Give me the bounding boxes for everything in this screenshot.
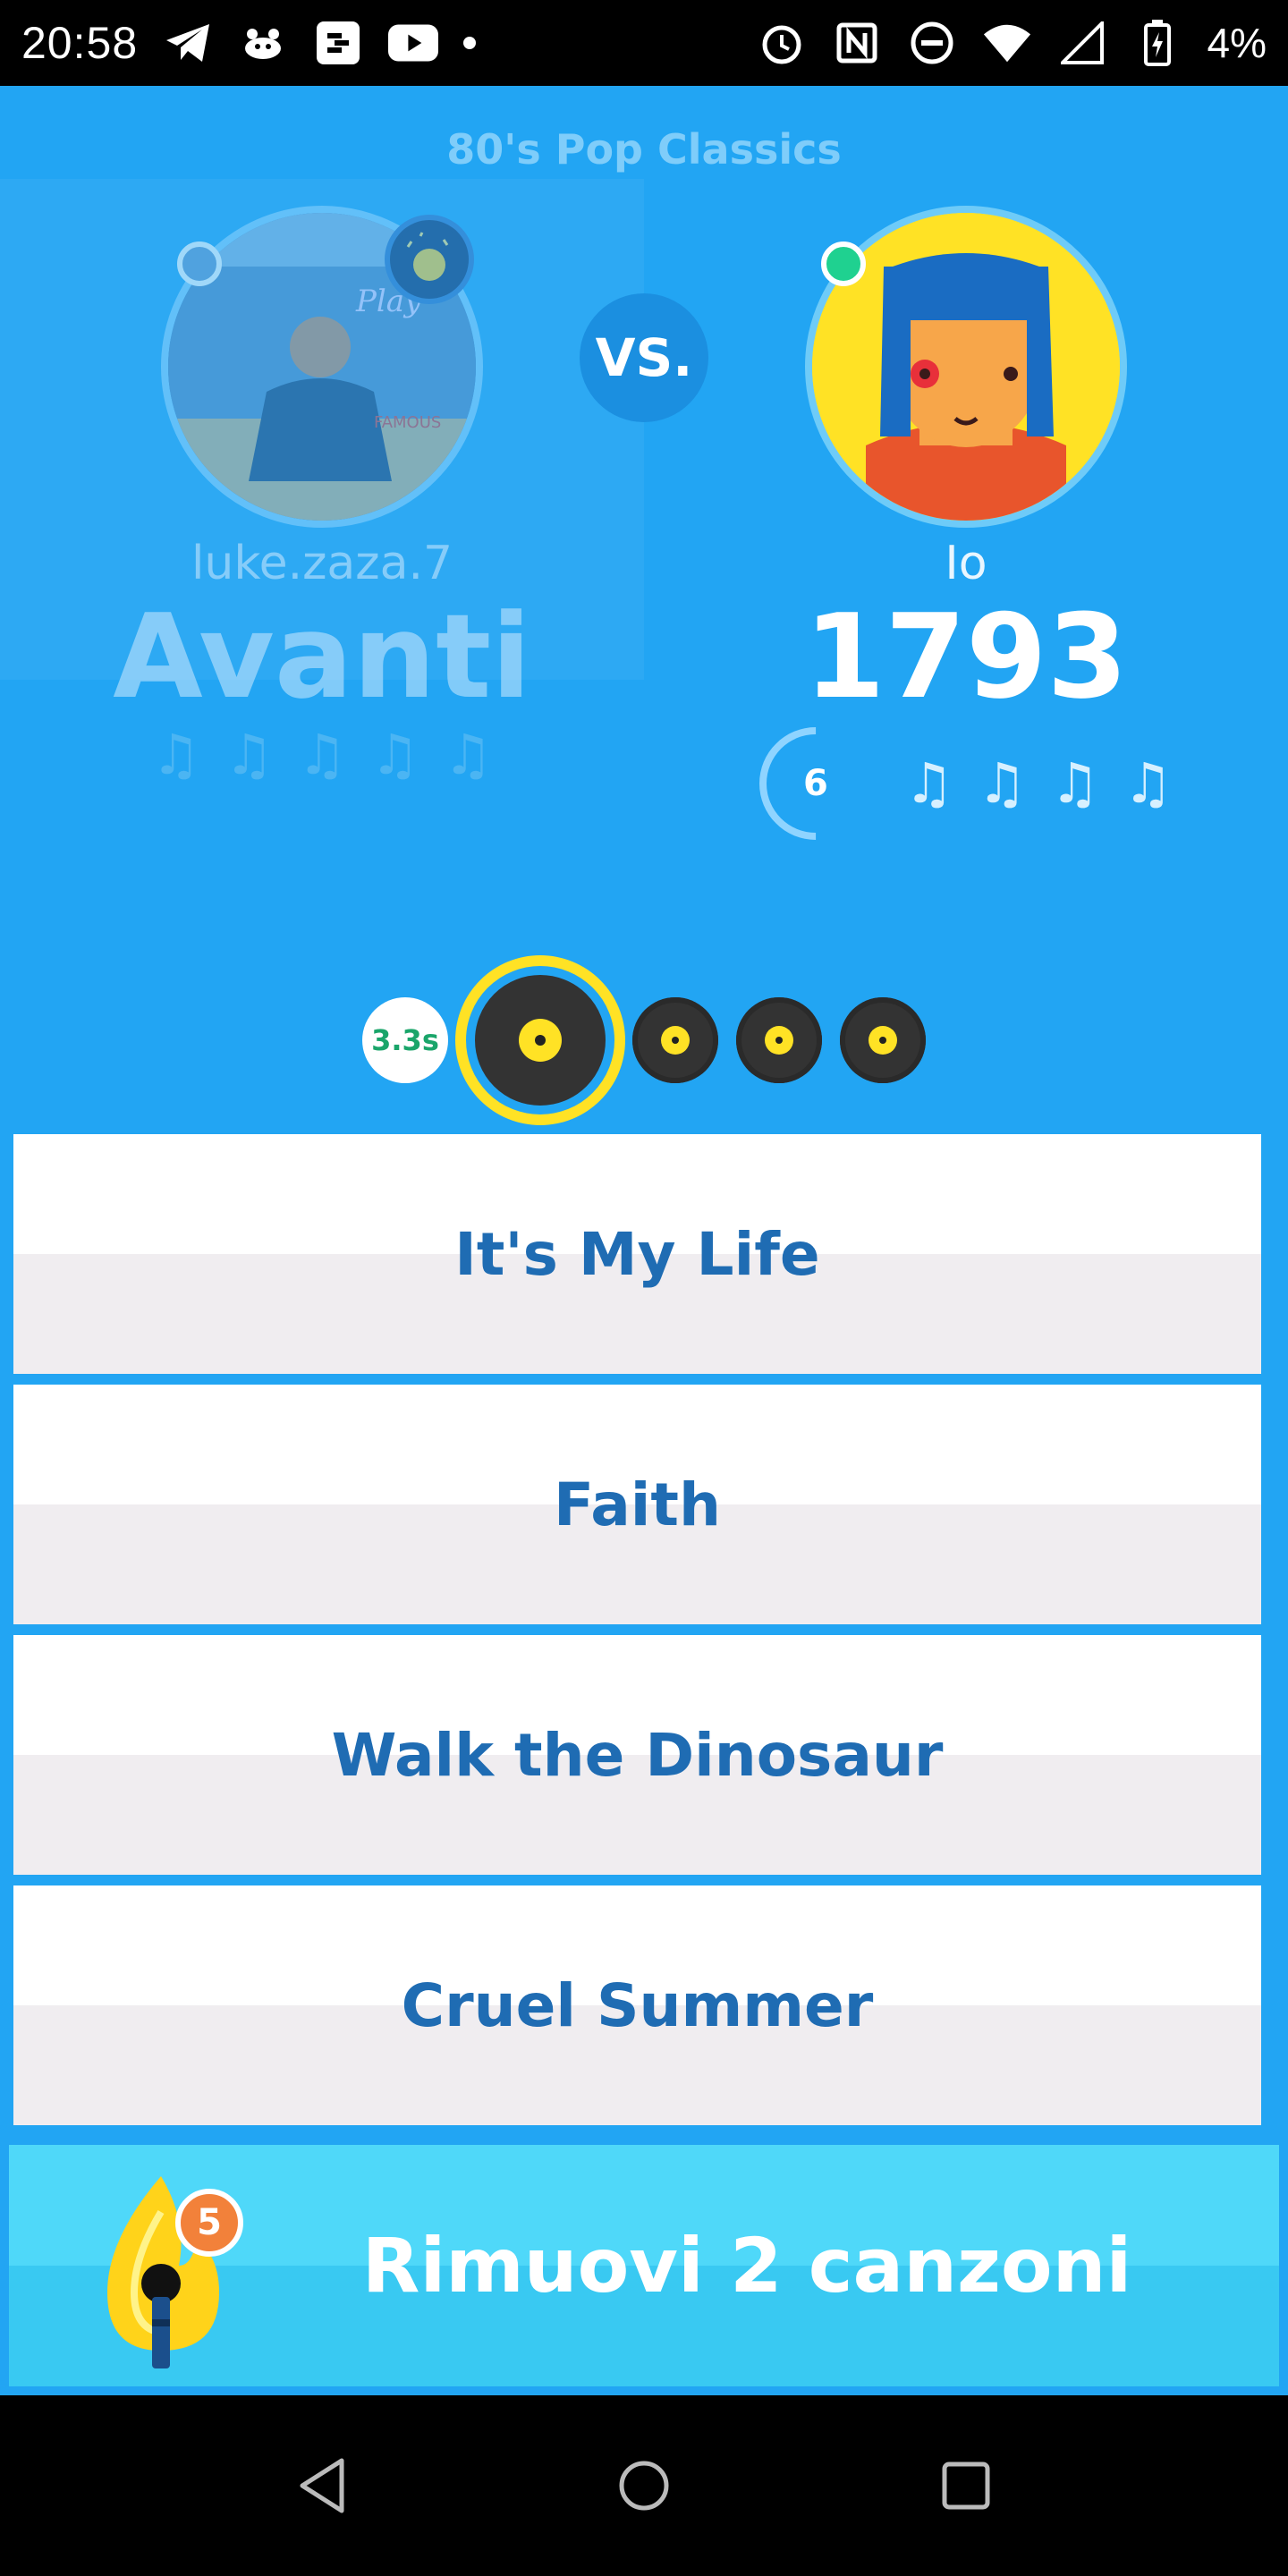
music-note-icon: ♫ xyxy=(224,721,275,787)
answer-button[interactable]: Faith xyxy=(13,1385,1261,1624)
streak-value: 6 xyxy=(802,762,828,804)
answer-button[interactable]: Walk the Dinosaur xyxy=(13,1635,1261,1875)
medal-badge-icon xyxy=(385,215,474,304)
dnd-icon xyxy=(907,18,957,68)
my-score: 1793 xyxy=(804,589,1128,724)
current-round-disc-icon xyxy=(466,966,614,1114)
telegram-icon xyxy=(163,18,213,68)
opponent-panel: Play FAMOUS luke.zaza.7 Avanti ♫ ♫ ♫ ♫ ♫ xyxy=(0,206,644,783)
playlist-title: 80's Pop Classics xyxy=(446,125,842,174)
battery-percent: 4% xyxy=(1207,20,1267,66)
back-icon[interactable] xyxy=(286,2450,358,2521)
offline-indicator xyxy=(177,242,222,286)
swiftkey-icon xyxy=(313,18,363,68)
my-avatar-wrap xyxy=(805,206,1127,528)
music-note-icon: ♫ xyxy=(443,721,493,787)
battery-icon xyxy=(1132,18,1182,68)
online-indicator xyxy=(821,242,866,286)
signal-icon xyxy=(1057,18,1107,68)
remove-two-songs-button[interactable]: 5 Rimuovi 2 canzoni xyxy=(9,2145,1279,2386)
wifi-icon xyxy=(982,18,1032,68)
round-disc-icon xyxy=(736,997,822,1083)
music-note-icon: ♫ xyxy=(297,721,347,787)
dot-icon xyxy=(463,37,477,49)
answer-button[interactable]: Cruel Summer xyxy=(13,1885,1261,2125)
cat-icon xyxy=(238,18,288,68)
music-note-icon: ♫ xyxy=(1050,750,1100,816)
answer-timer: 3.3s xyxy=(362,997,448,1083)
round-progress: 3.3s xyxy=(0,966,1288,1114)
my-panel: Io 1793 6 ♫ ♫ ♫ ♫ xyxy=(644,206,1288,863)
status-bar: 20:58 4% xyxy=(0,0,1288,86)
opponent-avatar-wrap: Play FAMOUS xyxy=(161,206,483,528)
opponent-status: Avanti xyxy=(113,589,531,724)
powerup-count-badge: 5 xyxy=(175,2189,243,2257)
music-note-icon: ♫ xyxy=(903,750,954,816)
opponent-notes: ♫ ♫ ♫ ♫ ♫ xyxy=(0,721,644,787)
status-time: 20:58 xyxy=(21,18,139,68)
round-disc-icon xyxy=(840,997,926,1083)
my-name: Io xyxy=(945,537,987,590)
my-notes: 6 ♫ ♫ ♫ ♫ xyxy=(644,703,1288,863)
answer-button[interactable]: It's My Life xyxy=(13,1134,1261,1374)
recents-icon[interactable] xyxy=(930,2450,1002,2521)
svg-text:FAMOUS: FAMOUS xyxy=(374,413,441,432)
music-note-icon: ♫ xyxy=(977,750,1027,816)
youtube-icon xyxy=(388,18,439,68)
microphone-flame-icon: 5 xyxy=(72,2158,250,2373)
alarm-icon xyxy=(757,18,807,68)
music-note-icon: ♫ xyxy=(1123,750,1174,816)
opponent-name: luke.zaza.7 xyxy=(191,537,453,590)
music-note-icon: ♫ xyxy=(151,721,201,787)
powerup-label: Rimuovi 2 canzoni xyxy=(361,2222,1132,2309)
home-icon[interactable] xyxy=(608,2450,680,2521)
nfc-icon xyxy=(832,18,882,68)
round-disc-icon xyxy=(632,997,718,1083)
music-note-icon: ♫ xyxy=(369,721,420,787)
streak-counter: 6 xyxy=(735,703,895,863)
answer-list: It's My Life Faith Walk the Dinosaur Cru… xyxy=(13,1134,1261,2136)
system-nav-bar xyxy=(0,2395,1288,2576)
